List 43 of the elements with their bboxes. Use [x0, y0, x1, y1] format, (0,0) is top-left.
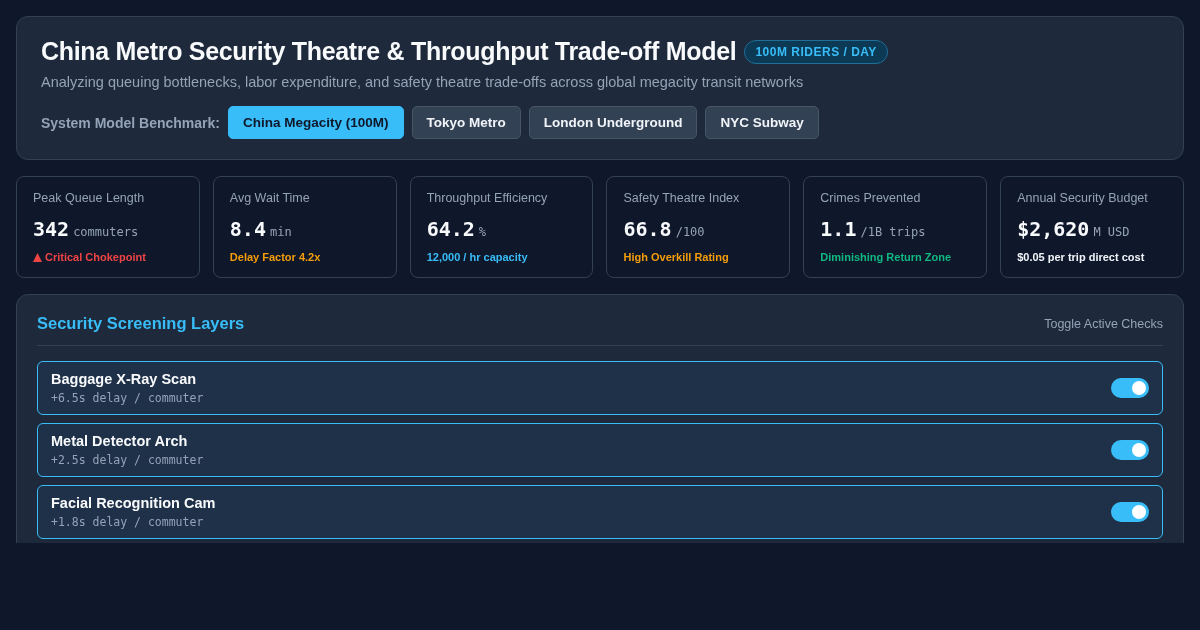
stat-label: Safety Theatre Index	[623, 191, 741, 205]
stat-unit: /1B trips	[860, 225, 926, 239]
layer-name: Metal Detector Arch	[51, 433, 189, 449]
layer-delay: +1.8s delay / commuter	[51, 515, 205, 529]
stat-value: 8.4	[229, 217, 266, 241]
page-title: China Metro Security Theatre & Throughput Trade-off Model	[41, 37, 737, 66]
stat-note: Diminishing Return Zone	[820, 251, 952, 263]
stat-label: Throughput Efficiency	[426, 191, 549, 205]
stat-unit: M USD	[1093, 225, 1130, 239]
layer-delay: +2.5s delay / commuter	[51, 453, 204, 467]
benchmark-label: System Model Benchmark:	[41, 114, 220, 131]
stat-value: 64.2	[426, 217, 475, 241]
panel-hint: Toggle Active Checks	[1044, 316, 1163, 331]
stat-note: High Overkill Rating	[623, 251, 729, 263]
panel-title: Security Screening Layers	[37, 314, 245, 333]
toggle-switch[interactable]	[1111, 378, 1149, 398]
stat-note: Delay Factor 4.2x	[229, 251, 321, 263]
stat-value: $2,620	[1017, 217, 1090, 241]
stat-label: Crimes Prevented	[820, 191, 922, 205]
subtitle: Analyzing queuing bottlenecks, labor expenditure, and safety theatre trade-offs across global megacity transit networks	[41, 74, 805, 90]
stat-value: 66.8	[623, 217, 672, 241]
layer-name: Baggage X-Ray Scan	[51, 371, 198, 387]
stat-note: 12,000 / hr capacity	[426, 251, 528, 263]
benchmark-button[interactable]: NYC Subway	[705, 106, 819, 139]
stat-label: Annual Security Budget	[1017, 191, 1149, 205]
layer-name: Facial Recognition Cam	[51, 495, 216, 511]
stat-unit: commuters	[73, 225, 139, 239]
stat-value: 342	[33, 217, 70, 241]
benchmark-button[interactable]: London Underground	[528, 106, 698, 139]
stat-unit: min	[269, 225, 292, 239]
stat-unit: %	[478, 225, 487, 239]
stat-note: Critical Chokepoint	[45, 251, 146, 263]
stat-unit: /100	[675, 225, 705, 239]
stat-label: Avg Wait Time	[229, 191, 311, 205]
layer-delay: +6.5s delay / commuter	[51, 391, 204, 405]
ridership-badge: 100M RIDERS / DAY	[744, 39, 888, 64]
toggle-switch[interactable]	[1111, 440, 1149, 460]
stat-note: $0.05 per trip direct cost	[1017, 251, 1145, 263]
benchmark-button[interactable]: China Megacity (100M)	[227, 106, 404, 139]
toggle-switch[interactable]	[1111, 502, 1149, 522]
stat-label: Peak Queue Length	[33, 191, 146, 205]
benchmark-button[interactable]: Tokyo Metro	[411, 106, 521, 139]
stat-value: 1.1	[820, 217, 857, 241]
